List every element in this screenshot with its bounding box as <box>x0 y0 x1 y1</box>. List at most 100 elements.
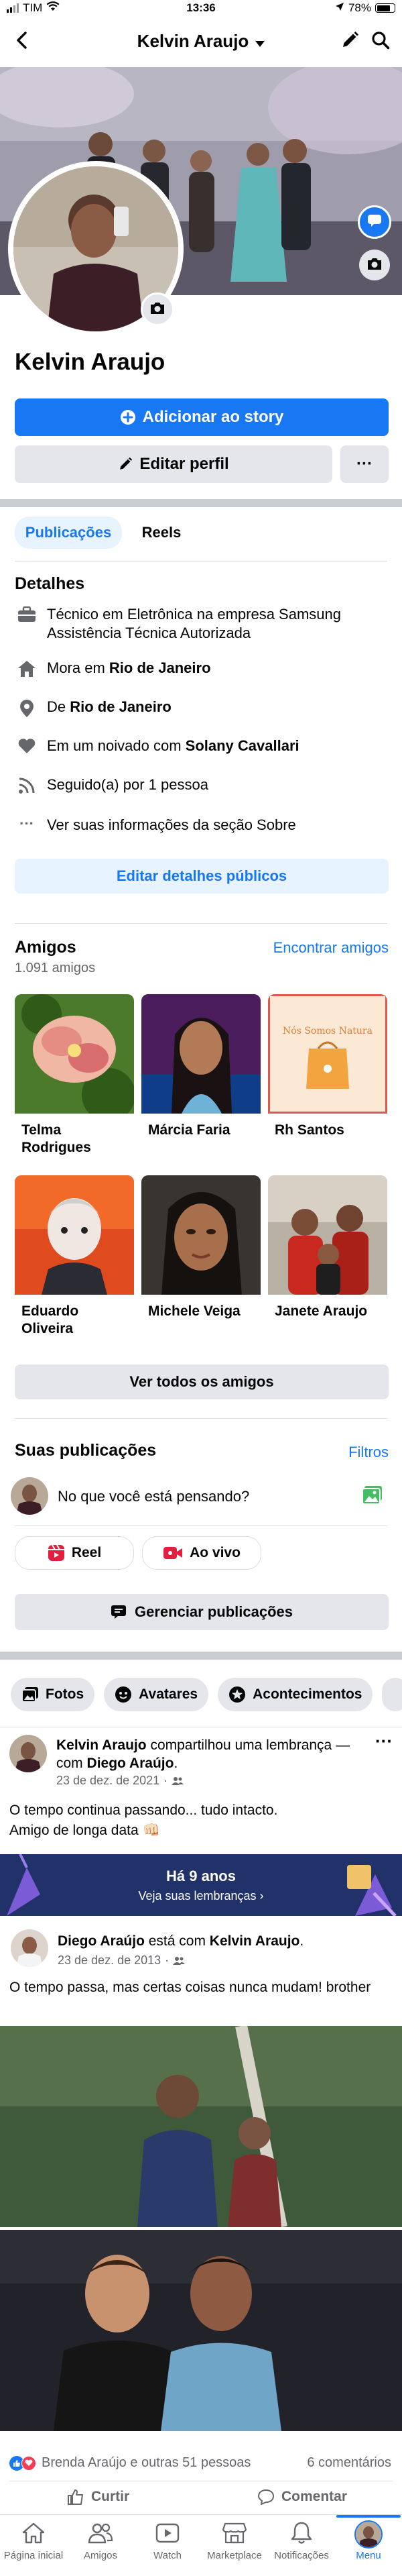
shared-post-date[interactable]: 23 de dez. de 2013 <box>58 1953 161 1968</box>
post-photo-bottom[interactable] <box>0 2230 402 2431</box>
shared-post-author[interactable]: Diego Araújo <box>58 1933 145 1949</box>
find-friends-link[interactable]: Encontrar amigos <box>273 939 389 957</box>
tab-watch[interactable]: Watch <box>134 2519 201 2561</box>
composer-input[interactable]: No que você está pensando? <box>58 1488 249 1505</box>
tab-marketplace-label: Marketplace <box>207 2550 262 2561</box>
memories-banner[interactable]: Há 9 anos Veja suas lembranças › <box>0 1854 402 1916</box>
tab-home[interactable]: Página inicial <box>0 2519 67 2561</box>
location-pin-icon <box>15 698 39 718</box>
caret-down-icon <box>255 38 265 52</box>
tab-posts[interactable]: Publicações <box>15 517 122 549</box>
photos-icon <box>21 1686 39 1703</box>
detail-about-link[interactable]: ··· Ver suas informações da seção Sobre <box>15 816 390 835</box>
chip-photos[interactable]: Fotos <box>11 1678 95 1711</box>
friend-card[interactable]: Eduardo Oliveira <box>15 1175 134 1350</box>
star-badge-icon <box>228 1686 246 1703</box>
live-button[interactable]: Ao vivo <box>142 1536 261 1570</box>
more-dots-icon: ··· <box>19 815 34 832</box>
shared-post-tagged[interactable]: Kelvin Araujo <box>210 1933 300 1949</box>
your-posts-title: Suas publicações <box>15 1441 157 1460</box>
home-icon <box>22 2522 45 2546</box>
memories-banner-title: Há 9 anos <box>166 1868 236 1884</box>
reactions-summary[interactable]: Brenda Araújo e outras 51 pessoas <box>9 2455 251 2471</box>
profile-camera-button[interactable] <box>141 292 174 326</box>
tab-notifications-label: Notificações <box>274 2550 329 2561</box>
post-header: Kelvin Araujo compartilhou uma lembrança… <box>56 1737 350 1771</box>
memories-banner-link[interactable]: Veja suas lembranças › <box>0 1889 402 1903</box>
see-all-friends-label: Ver todos os amigos <box>129 1373 274 1390</box>
manage-posts-label: Gerenciar publicações <box>135 1603 293 1620</box>
detail-work: Técnico em Eletrônica na empresa Samsung… <box>15 605 390 643</box>
detail-from-prefix: De <box>47 698 66 715</box>
pencil-icon <box>118 457 133 472</box>
post-author-name[interactable]: Kelvin Araujo <box>56 1737 147 1753</box>
chip-more[interactable] <box>382 1678 402 1711</box>
search-button[interactable] <box>367 28 394 55</box>
friends-title: Amigos <box>15 938 76 957</box>
cover-story-button[interactable] <box>358 205 391 239</box>
reel-label: Reel <box>71 1545 102 1560</box>
like-button[interactable]: Curtir <box>67 2489 129 2505</box>
friend-card[interactable]: Janete Araujo <box>268 1175 387 1350</box>
friend-card[interactable]: Telma Rodrigues <box>15 994 134 1169</box>
pencil-icon <box>340 31 359 53</box>
shared-post-avatar[interactable] <box>11 1929 48 1967</box>
manage-posts-button[interactable]: Gerenciar publicações <box>15 1594 389 1630</box>
post-author-avatar[interactable] <box>9 1735 47 1772</box>
shared-post-meta: 23 de dez. de 2013 · <box>58 1953 186 1968</box>
home-icon <box>15 659 39 678</box>
tab-notifications[interactable]: Notificações <box>268 2519 335 2561</box>
chip-photos-label: Fotos <box>46 1686 84 1702</box>
edit-button[interactable] <box>336 28 363 55</box>
edit-profile-button[interactable]: Editar perfil <box>15 445 332 483</box>
see-all-friends-button[interactable]: Ver todos os amigos <box>15 1364 389 1399</box>
reel-icon <box>48 1544 65 1562</box>
post-text: O tempo continua passando... tudo intact… <box>9 1801 391 1841</box>
chip-life-events[interactable]: Acontecimentos <box>218 1678 373 1711</box>
comment-bubble-icon <box>257 2489 275 2505</box>
friends-icon <box>88 2522 113 2546</box>
detail-lives: Mora em Rio de Janeiro <box>15 659 390 678</box>
tab-reels[interactable]: Reels <box>131 517 192 549</box>
cover-camera-button[interactable] <box>359 250 390 280</box>
comments-count[interactable]: 6 comentários <box>307 2455 391 2471</box>
detail-followers[interactable]: Seguido(a) por 1 pessoa <box>15 775 390 794</box>
audience-friends-icon <box>173 1956 186 1966</box>
post-photo-top[interactable] <box>0 2026 402 2227</box>
post-photo-image <box>0 2026 402 2227</box>
post-tagged-name[interactable]: Diego Araújo <box>87 1756 174 1771</box>
profile-more-button[interactable]: ··· <box>340 445 389 483</box>
message-lines-icon <box>111 1605 127 1619</box>
friends-count: 1.091 amigos <box>15 961 96 975</box>
add-story-button[interactable]: Adicionar ao story <box>15 398 389 436</box>
edit-public-details-button[interactable]: Editar detalhes públicos <box>15 859 389 894</box>
tab-friends[interactable]: Amigos <box>67 2519 134 2561</box>
tab-marketplace[interactable]: Marketplace <box>201 2519 268 2561</box>
detail-lives-city[interactable]: Rio de Janeiro <box>109 659 211 676</box>
comment-button[interactable]: Comentar <box>257 2489 347 2505</box>
detail-relationship-partner[interactable]: Solany Cavallari <box>186 737 299 754</box>
detail-from-city[interactable]: Rio de Janeiro <box>70 698 172 715</box>
section-divider <box>0 499 402 507</box>
edit-public-details-label: Editar detalhes públicos <box>116 867 287 884</box>
composer-avatar[interactable] <box>11 1477 48 1515</box>
chip-avatars-label: Avatares <box>139 1686 198 1702</box>
camera-icon <box>366 257 383 274</box>
add-story-label: Adicionar ao story <box>142 408 284 426</box>
live-label: Ao vivo <box>190 1545 241 1560</box>
friend-name: Michele Veiga <box>148 1303 241 1319</box>
reel-button[interactable]: Reel <box>15 1536 134 1570</box>
post-date[interactable]: 23 de dez. de 2021 <box>56 1774 159 1788</box>
post-more-button[interactable]: ··· <box>375 1731 393 1752</box>
chip-avatars[interactable]: Avatares <box>104 1678 209 1711</box>
friend-photo <box>15 1175 134 1295</box>
friend-card[interactable]: Márcia Faria <box>141 994 261 1169</box>
friend-card[interactable]: Michele Veiga <box>141 1175 261 1350</box>
tab-menu[interactable]: Menu <box>335 2515 402 2561</box>
photo-upload-icon[interactable] <box>362 1485 383 1509</box>
search-icon <box>371 31 390 53</box>
filters-link[interactable]: Filtros <box>348 1444 389 1461</box>
friend-card[interactable]: Nós Somos Natura Rh Santos <box>268 994 387 1169</box>
storefront-icon <box>222 2522 247 2546</box>
shared-post-action: está com <box>148 1933 206 1949</box>
